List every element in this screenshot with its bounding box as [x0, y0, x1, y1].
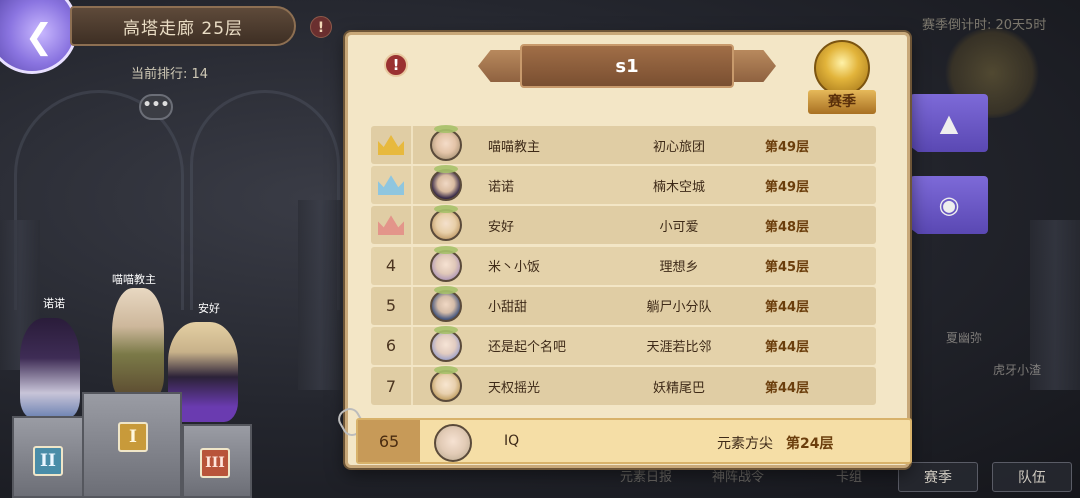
rank-number: 7 — [371, 367, 413, 406]
player-name: 还是起个名吧 — [488, 340, 567, 356]
background-column — [298, 200, 342, 390]
guild-name: 小可爱 — [659, 219, 699, 235]
guild-name: 理想乡 — [659, 260, 699, 276]
guild-name: 妖精尾巴 — [652, 380, 705, 396]
third-place-badge: III — [200, 448, 230, 478]
faded-character-label: 夏幽弥 — [946, 331, 983, 345]
alert-icon[interactable]: ! — [310, 16, 332, 38]
character-sprite[interactable] — [112, 288, 164, 398]
character-label: 诺诺 — [43, 297, 65, 310]
bottom-tab[interactable]: 元素日报 — [620, 466, 672, 492]
guild-name: 躺尸小分队 — [646, 300, 712, 316]
ranking-row[interactable]: 4 米丶小饭 理想乡 第45层 — [371, 245, 876, 285]
season-tab[interactable]: 赛季 — [898, 462, 978, 492]
season-label-text: s1 — [615, 55, 639, 77]
season-emblem[interactable]: 赛季 — [808, 40, 876, 120]
player-name: 天权摇光 — [488, 380, 541, 396]
rank-cell — [371, 206, 413, 245]
floor-value: 第44层 — [765, 340, 810, 356]
castle-button[interactable]: ▲ — [910, 94, 988, 152]
floor-value: 第48层 — [765, 219, 810, 235]
season-label: s1 — [520, 44, 734, 88]
season-badge: 赛季 — [808, 90, 876, 114]
character-sprite[interactable] — [20, 318, 80, 418]
castle-icon: ▲ — [939, 109, 959, 137]
floor-value: 第49层 — [765, 139, 810, 155]
ranking-row[interactable]: 安好 小可爱 第48层 — [371, 205, 876, 245]
player-avatar — [430, 245, 462, 282]
my-floor-value: 第24层 — [786, 436, 834, 452]
guild-name: 楠木空城 — [652, 179, 705, 195]
player-avatar — [430, 366, 462, 403]
player-avatar — [430, 165, 462, 202]
my-player-name: IQ — [504, 433, 520, 449]
bottom-tab[interactable]: 神阵战令 — [712, 466, 764, 492]
floor-value: 第44层 — [765, 380, 810, 396]
floor-value: 第45层 — [765, 260, 810, 276]
globe-icon: ◉ — [938, 191, 960, 219]
silver-crown-icon — [378, 175, 404, 196]
back-button[interactable]: ❮ — [0, 0, 78, 74]
player-name: 诺诺 — [488, 179, 515, 195]
tower-title: 高塔走廊 25层 — [70, 6, 296, 46]
current-rank-text: 当前排行: 14 — [131, 67, 209, 82]
season-banner: s1 — [478, 44, 776, 88]
rank-number: 5 — [371, 286, 413, 325]
my-avatar — [434, 424, 472, 462]
player-name: 安好 — [488, 219, 515, 235]
ranking-list: 喵喵教主 初心旅团 第49层 诺诺 楠木空城 第49层 安好 小可爱 第48层 … — [371, 125, 876, 407]
character-label: 喵喵教主 — [112, 273, 156, 286]
first-place-badge: I — [118, 422, 148, 452]
floor-value: 第44层 — [765, 300, 810, 316]
team-tab[interactable]: 队伍 — [992, 462, 1072, 492]
guild-name: 初心旅团 — [652, 139, 705, 155]
rank-number: 6 — [371, 326, 413, 365]
ranking-row[interactable]: 7 天权摇光 妖精尾巴 第44层 — [371, 366, 876, 406]
ranking-row[interactable]: 6 还是起个名吧 天涯若比邻 第44层 — [371, 325, 876, 365]
player-name: 小甜甜 — [488, 300, 528, 316]
player-avatar — [430, 125, 462, 161]
ranking-row[interactable]: 喵喵教主 初心旅团 第49层 — [371, 125, 876, 164]
floor-value: 第49层 — [765, 179, 810, 195]
rank-cell — [371, 126, 413, 164]
my-ranking-row[interactable]: 65 IQ 元素方尖 第24层 — [356, 418, 912, 464]
my-rank-number: 65 — [358, 420, 420, 462]
bottom-tab[interactable]: 卡组 — [836, 466, 862, 492]
rank-number: 4 — [371, 246, 413, 285]
globe-button[interactable]: ◉ — [910, 176, 988, 234]
info-icon[interactable]: ! — [384, 53, 408, 77]
player-avatar — [430, 285, 462, 322]
faded-character-label: 虎牙小渣 — [993, 363, 1042, 377]
season-medal-icon — [814, 40, 870, 96]
player-name: 米丶小饭 — [488, 260, 541, 276]
rank-cell — [371, 166, 413, 205]
tower-title-text: 高塔走廊 25层 — [122, 18, 244, 39]
ranking-row[interactable]: 5 小甜甜 躺尸小分队 第44层 — [371, 285, 876, 325]
bronze-crown-icon — [378, 215, 404, 236]
player-avatar — [430, 205, 462, 242]
chat-icon[interactable]: ••• — [139, 94, 173, 120]
player-name: 喵喵教主 — [488, 139, 541, 155]
character-label: 安好 — [198, 302, 220, 315]
player-avatar — [430, 325, 462, 362]
ranking-row[interactable]: 诺诺 楠木空城 第49层 — [371, 165, 876, 205]
second-place-badge: II — [33, 446, 63, 476]
gold-crown-icon — [378, 135, 404, 155]
guild-name: 天涯若比邻 — [646, 340, 712, 356]
back-arrow-icon: ❮ — [24, 17, 54, 57]
